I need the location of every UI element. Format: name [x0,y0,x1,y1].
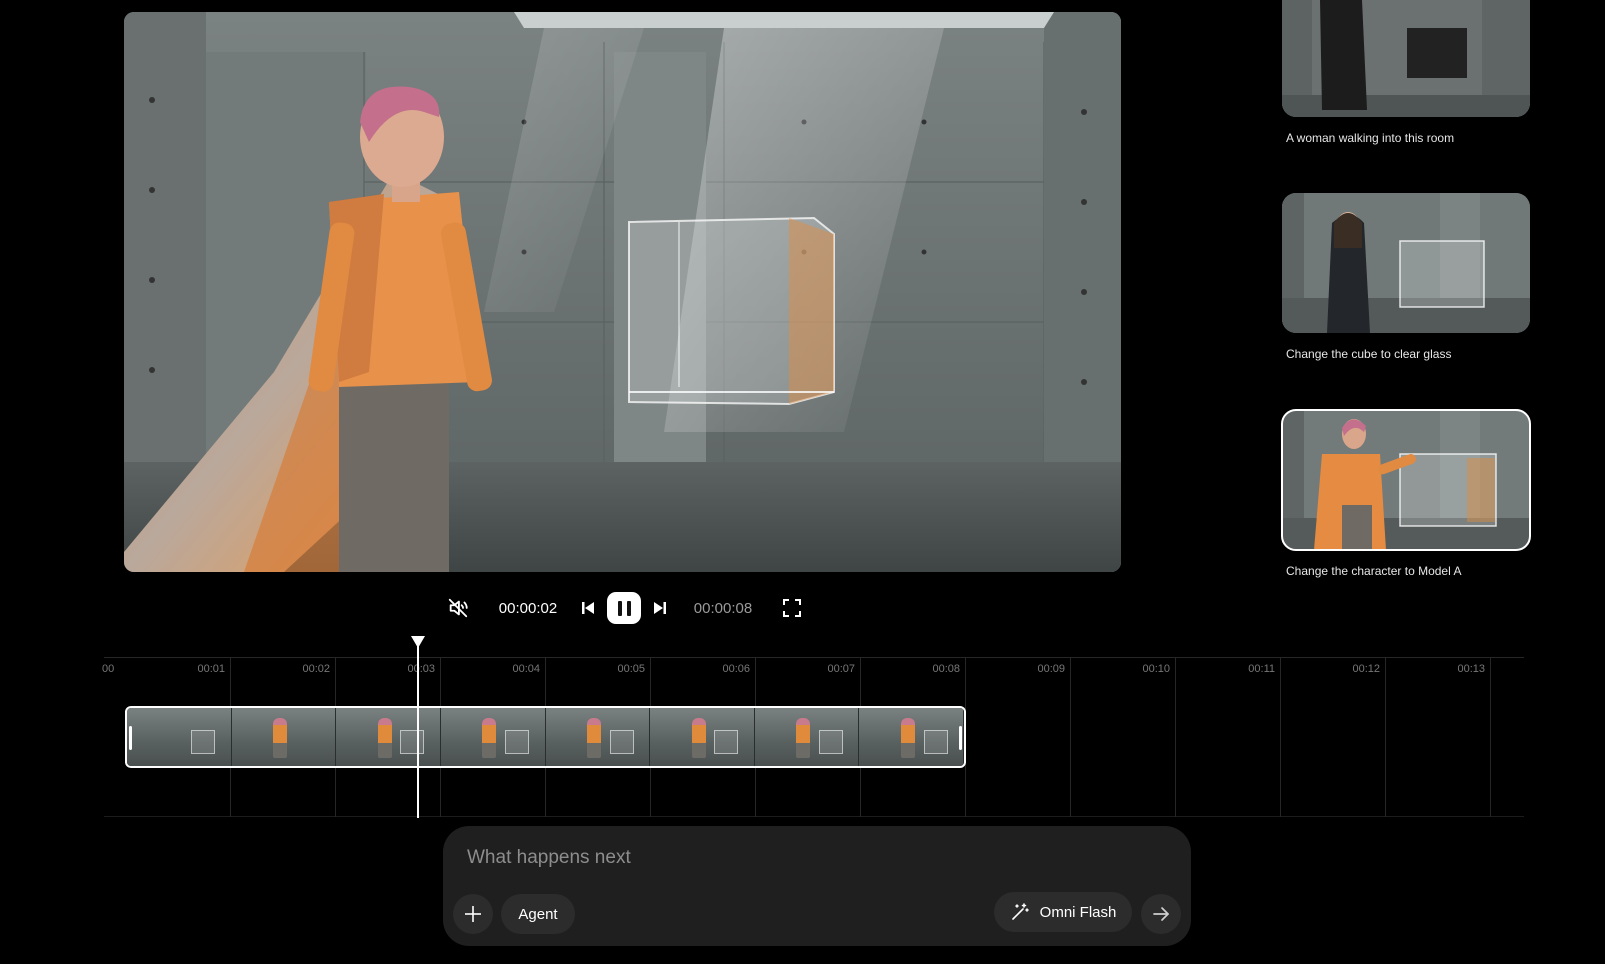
arrow-right-icon [1153,907,1169,921]
current-time: 00:00:02 [498,599,558,617]
volume-muted-icon[interactable] [446,596,470,620]
prompt-box: Agent Omni Flash [443,826,1191,946]
playhead[interactable] [417,636,419,818]
clip-frame [545,708,651,766]
model-selector[interactable]: Omni Flash [994,892,1132,932]
video-preview[interactable] [124,12,1121,572]
model-label: Omni Flash [1039,903,1117,921]
ruler-top-line [104,657,1524,658]
agent-button[interactable]: Agent [501,894,575,934]
timeline-tick-label: 00:08 [932,663,960,675]
timeline-tick [1490,657,1491,817]
glass-cube-thumbnail [1282,193,1530,333]
video-frame-image [124,12,1121,572]
suggestion-thumbnail[interactable] [1282,0,1530,117]
timeline-tick [1385,657,1386,817]
timeline-tick-label: 00:11 [1248,663,1275,675]
timeline-tick-label: 00:06 [722,663,750,675]
suggestion-card-1[interactable]: A woman walking into this room [1282,0,1530,145]
timeline-tick [1280,657,1281,817]
suggestion-caption: A woman walking into this room [1286,131,1455,145]
skip-previous-icon[interactable] [579,598,597,618]
timeline-tick-label: 00:01 [197,663,225,675]
timeline-tick-label: 00:02 [302,663,330,675]
timeline-tick-label: 00:13 [1457,663,1485,675]
ruler-bottom-line [104,816,1524,817]
clip-trim-handle-start[interactable] [129,726,132,750]
prompt-input[interactable] [465,842,1069,874]
glass-cube [628,216,835,406]
pause-icon-bar [626,600,631,616]
magic-wand-icon [1011,903,1029,920]
add-button[interactable] [453,894,493,934]
woman-room-thumbnail [1282,0,1530,117]
clip-frame [336,708,441,766]
timeline-tick-label: 00:09 [1037,663,1065,675]
timeline-tick [1175,657,1176,817]
player-controls: 00:00:02 00:00:08 [0,592,1605,624]
suggestion-caption: Change the cube to clear glass [1286,347,1452,361]
fullscreen-icon[interactable] [781,597,803,619]
send-button[interactable] [1141,894,1181,934]
timeline-tick-label: 00:05 [617,663,645,675]
pause-button[interactable] [607,592,641,624]
timeline-tick-label: 00:12 [1352,663,1380,675]
clip-frame [859,708,964,766]
skip-next-icon[interactable] [651,598,669,618]
timeline-tick [1070,657,1071,817]
clip-frame [754,708,860,766]
timeline-tick-label: 00:07 [827,663,855,675]
playhead-handle[interactable] [411,636,425,648]
clip-frame [650,708,755,766]
timeline-tick-label: 00 [102,663,115,675]
timeline-tick-label: 00:04 [512,663,540,675]
suggestion-caption: Change the character to Model A [1286,564,1462,578]
agent-label: Agent [518,905,558,923]
model-a-thumbnail [1282,410,1530,550]
clip-frame [231,708,337,766]
plus-icon [465,906,481,922]
total-time: 00:00:08 [693,599,753,617]
suggestion-thumbnail[interactable] [1281,409,1531,551]
clip-frame [440,708,546,766]
clip-frame [127,708,232,766]
suggestion-thumbnail[interactable] [1282,193,1530,333]
timeline-tick-label: 00:03 [407,663,435,675]
timeline-tick-label: 00:10 [1142,663,1170,675]
pause-icon [617,600,622,616]
suggestion-card-3[interactable]: Change the character to Model A [1281,409,1531,578]
suggestion-card-2[interactable]: Change the cube to clear glass [1282,193,1530,361]
video-clip[interactable] [125,706,966,768]
clip-trim-handle-end[interactable] [959,726,962,750]
